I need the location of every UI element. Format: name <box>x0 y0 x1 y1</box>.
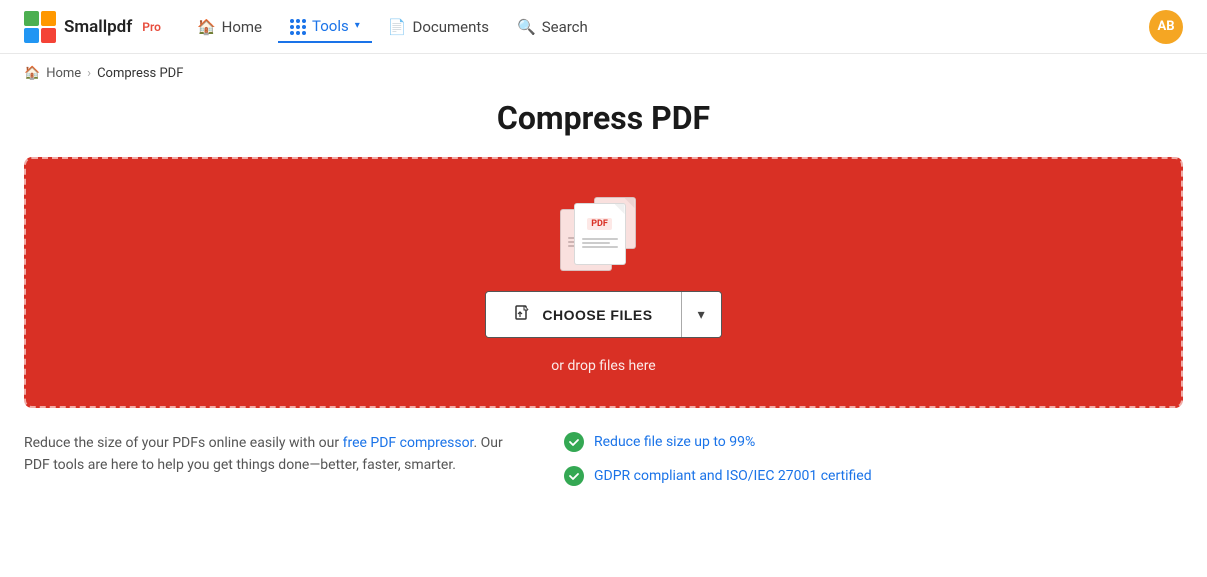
smallpdf-logo-icon <box>24 11 56 43</box>
nav-search[interactable]: 🔍 Search <box>505 12 600 42</box>
file-upload-icon <box>514 304 532 325</box>
feature-check-icon-2 <box>564 466 584 486</box>
nav-home[interactable]: 🏠 Home <box>185 12 274 42</box>
feature-item-2: GDPR compliant and ISO/IEC 27001 certifi… <box>564 466 872 486</box>
nav-tools-label: Tools <box>312 17 349 35</box>
main-nav: 🏠 Home Tools ▾ 📄 Documents 🔍 Search <box>185 10 1141 42</box>
avatar-initials: AB <box>1157 19 1174 34</box>
documents-icon: 📄 <box>388 18 407 36</box>
breadcrumb-home[interactable]: Home <box>46 66 81 81</box>
nav-documents[interactable]: 📄 Documents <box>376 12 501 42</box>
logo[interactable]: Smallpdf Pro <box>24 11 161 43</box>
choose-files-button[interactable]: CHOOSE FILES <box>486 292 680 337</box>
chevron-down-icon: ▾ <box>698 306 705 323</box>
feature-label-2: GDPR compliant and ISO/IEC 27001 certifi… <box>594 468 872 484</box>
pdf-label: PDF <box>587 218 612 230</box>
main-fold-corner <box>615 204 625 214</box>
drop-text: or drop files here <box>551 358 655 374</box>
header-right: AB <box>1149 10 1183 44</box>
choose-files-dropdown-button[interactable]: ▾ <box>682 292 721 337</box>
search-icon: 🔍 <box>517 18 536 36</box>
pdf-icon-group: PDF <box>556 195 652 271</box>
breadcrumb-separator: › <box>87 66 91 81</box>
nav-search-label: Search <box>542 18 588 36</box>
description-text: Reduce the size of your PDFs online easi… <box>24 432 504 477</box>
description-column: Reduce the size of your PDFs online easi… <box>24 432 504 486</box>
feature-label-1: Reduce file size up to 99% <box>594 434 755 450</box>
grid-icon <box>290 16 306 34</box>
dropzone[interactable]: PDF CHOOSE FILES <box>24 157 1183 408</box>
breadcrumb: 🏠 Home › Compress PDF <box>0 54 1207 89</box>
breadcrumb-current: Compress PDF <box>97 66 183 81</box>
header: Smallpdf Pro 🏠 Home Tools ▾ 📄 Documents <box>0 0 1207 54</box>
description-text-part2: better, faster, smarter. <box>320 457 456 473</box>
home-icon: 🏠 <box>197 18 216 36</box>
dropzone-wrapper: PDF CHOOSE FILES <box>24 157 1183 408</box>
feature-check-icon-1 <box>564 432 584 452</box>
nav-home-label: Home <box>222 18 262 36</box>
description-dash: — <box>309 457 320 473</box>
fold-corner <box>625 198 635 208</box>
checkmark-icon-2 <box>568 470 580 482</box>
logo-pro-badge: Pro <box>142 20 161 34</box>
free-compressor-link[interactable]: free PDF compressor <box>343 435 474 451</box>
nav-tools[interactable]: Tools ▾ <box>278 10 372 42</box>
pdf-doc-main: PDF <box>574 203 626 265</box>
feature-item-1: Reduce file size up to 99% <box>564 432 872 452</box>
user-avatar[interactable]: AB <box>1149 10 1183 44</box>
home-breadcrumb-icon: 🏠 <box>24 66 40 81</box>
logo-text: Smallpdf <box>64 17 132 37</box>
nav-documents-label: Documents <box>412 18 489 36</box>
choose-files-row: CHOOSE FILES ▾ <box>485 291 721 338</box>
page-title: Compress PDF <box>0 99 1207 137</box>
choose-files-label: CHOOSE FILES <box>542 307 652 323</box>
features-column: Reduce file size up to 99% GDPR complian… <box>564 432 872 486</box>
checkmark-icon-1 <box>568 436 580 448</box>
bottom-section: Reduce the size of your PDFs online easi… <box>0 408 1207 502</box>
tools-dropdown-icon: ▾ <box>355 20 360 31</box>
